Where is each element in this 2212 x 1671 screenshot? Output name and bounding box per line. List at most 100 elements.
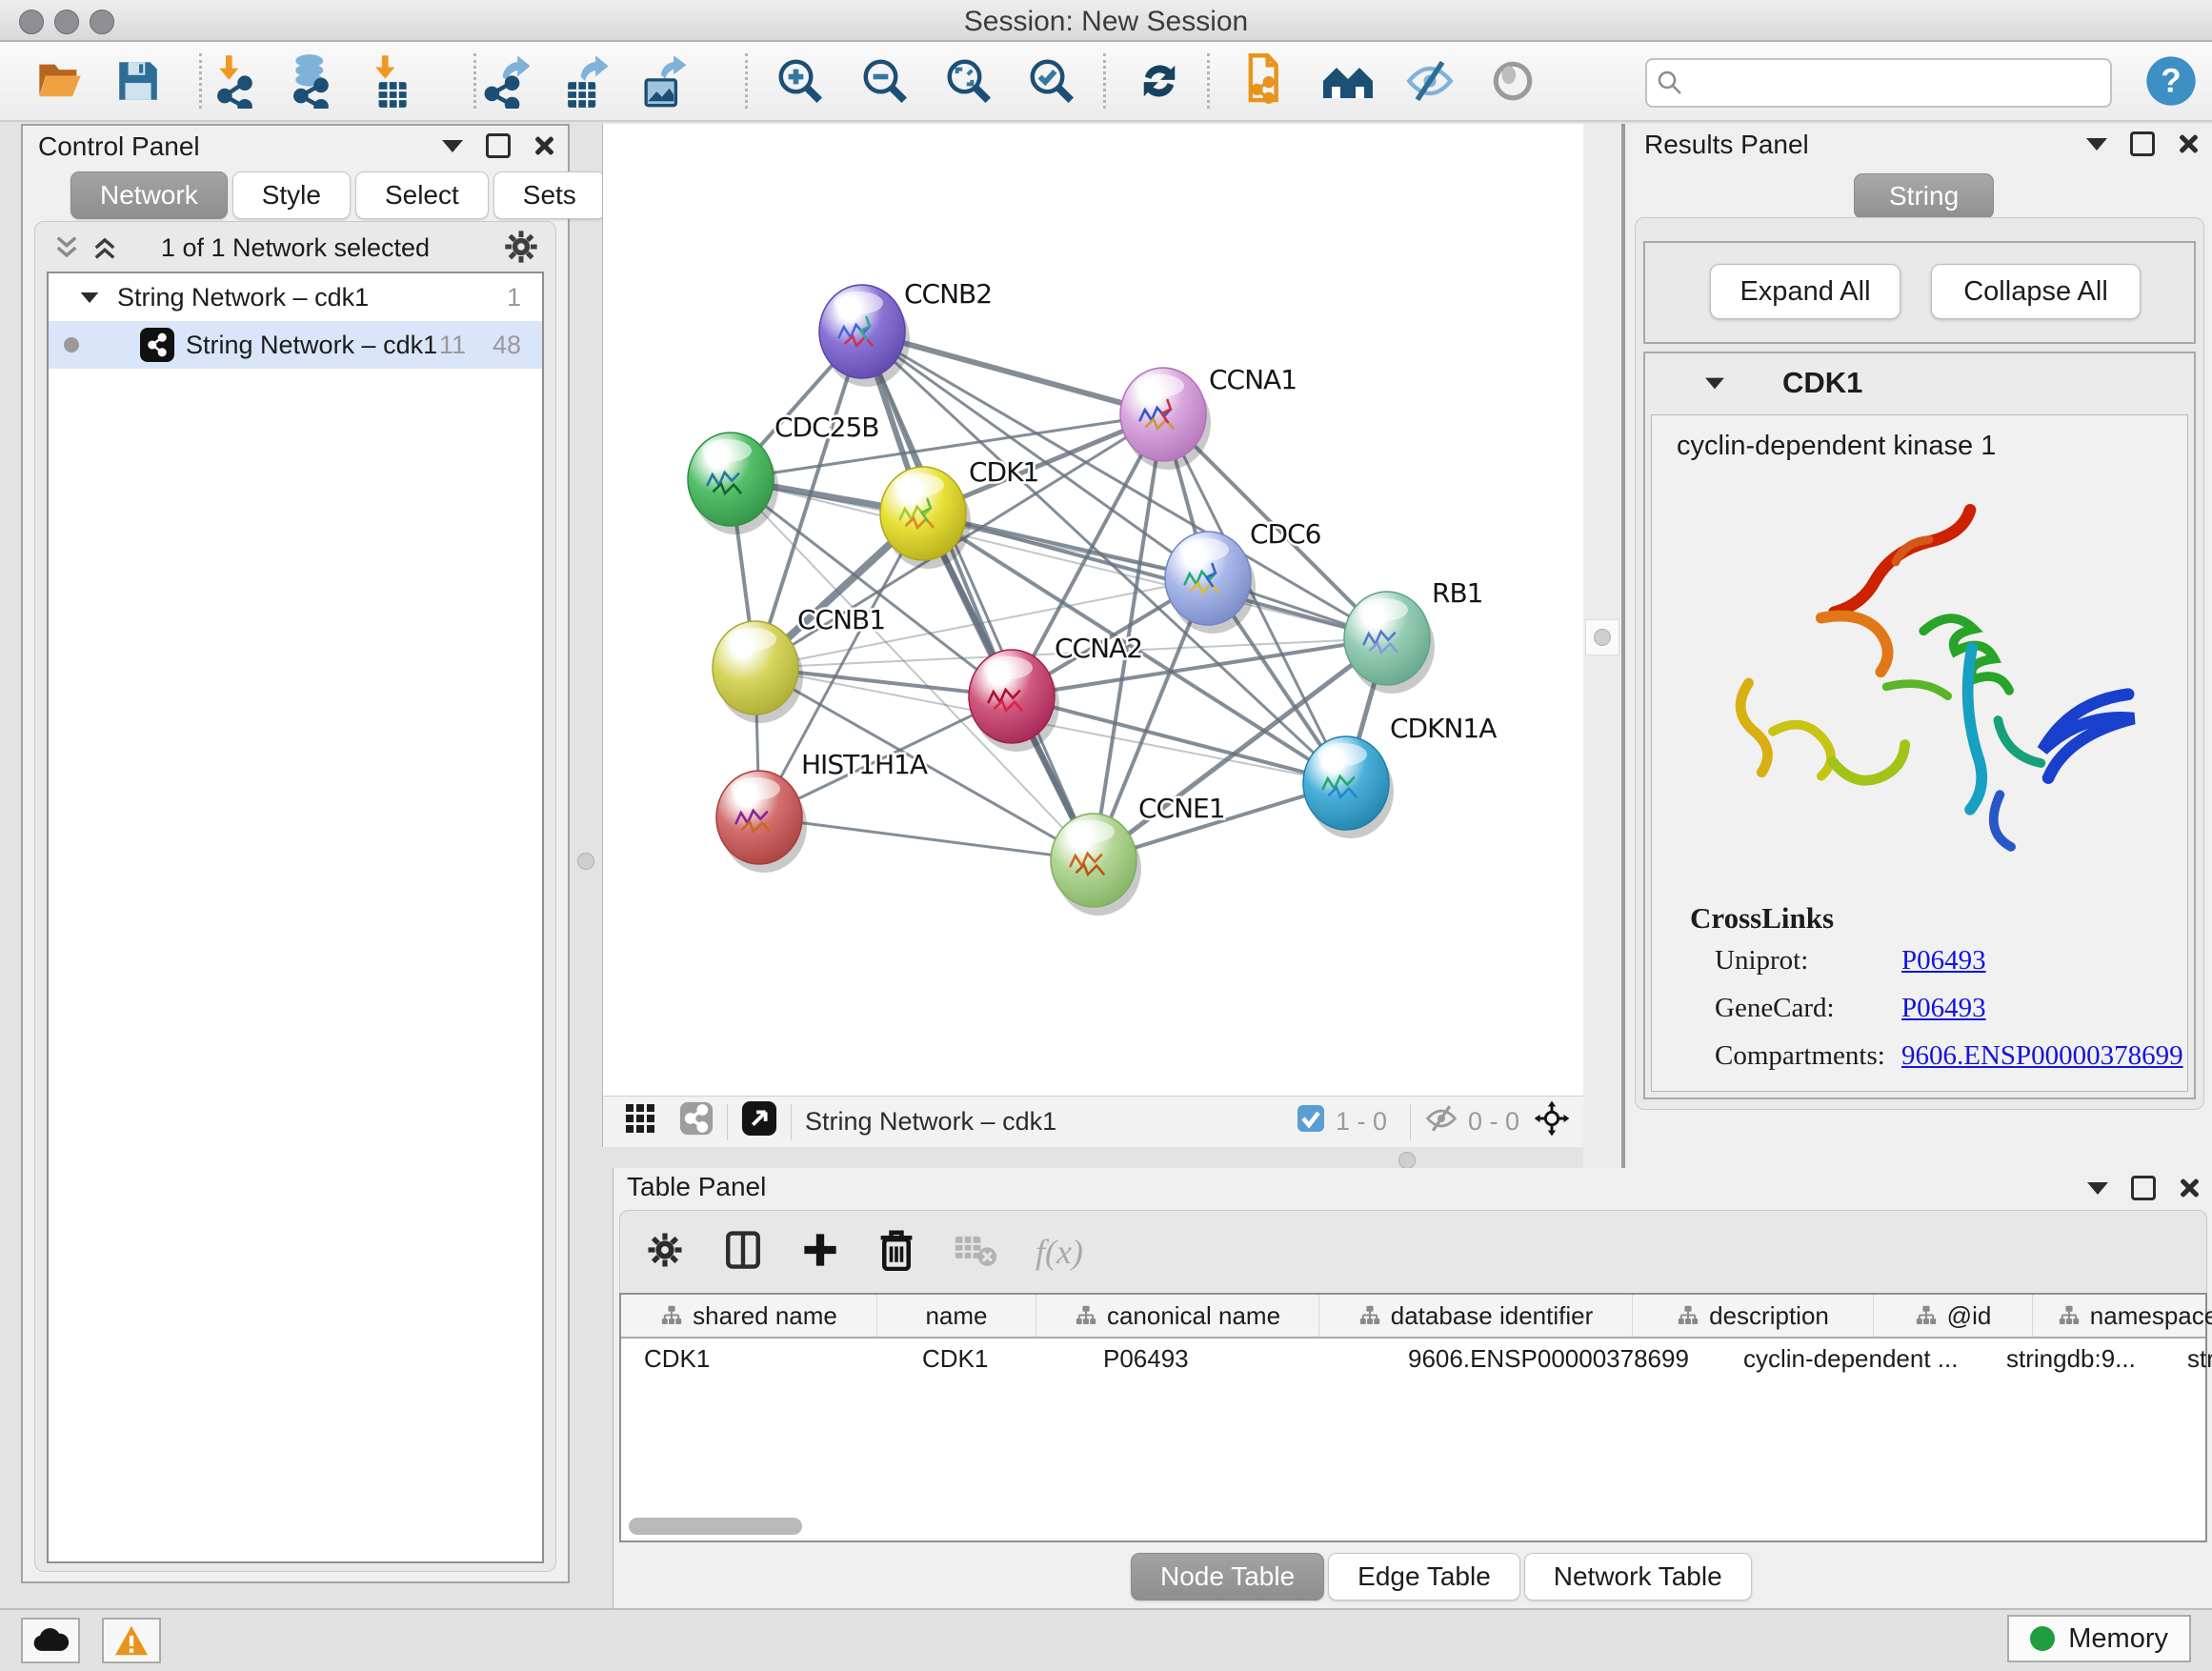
- birdseye-view-icon[interactable]: [741, 1100, 777, 1143]
- column-header-description[interactable]: description: [1633, 1295, 1874, 1337]
- column-header-namespace[interactable]: namespace: [2033, 1295, 2212, 1337]
- string-import-icon[interactable]: [1233, 50, 1290, 111]
- network-view[interactable]: CCNB2CCNA1CDC25BCDK1CDC6RB1CCNB1CCNA2CDK…: [602, 124, 1584, 1147]
- collapse-all-button[interactable]: Collapse All: [1931, 264, 2141, 319]
- bottom-splitter-handle[interactable]: [1398, 1152, 1416, 1169]
- show-panel-eye-icon[interactable]: [1484, 50, 1541, 111]
- delete-table-icon[interactable]: [954, 1232, 997, 1273]
- add-column-icon[interactable]: [801, 1231, 839, 1274]
- panel-menu-icon[interactable]: [442, 140, 463, 152]
- export-image-icon[interactable]: [634, 50, 692, 111]
- network-canvas[interactable]: CCNB2CCNA1CDC25BCDK1CDC6RB1CCNB1CCNA2CDK…: [603, 124, 1584, 1097]
- hidden-eye-icon[interactable]: [1424, 1103, 1458, 1140]
- help-icon[interactable]: ?: [2142, 50, 2200, 111]
- tab-network-table[interactable]: Network Table: [1524, 1553, 1752, 1601]
- table-cell[interactable]: stringdb: [2164, 1339, 2212, 1379]
- network-node-CDKN1A[interactable]: CDKN1A: [1303, 713, 1497, 838]
- hide-panel-eye-icon[interactable]: [1401, 50, 1458, 111]
- network-node-label: RB1: [1432, 577, 1482, 609]
- right-splitter[interactable]: [1583, 124, 1621, 1168]
- table-settings-gear-icon[interactable]: [645, 1230, 685, 1275]
- panel-menu-icon[interactable]: [2087, 1182, 2108, 1195]
- zoom-in-icon[interactable]: [772, 50, 829, 111]
- panel-menu-icon[interactable]: [2086, 138, 2107, 151]
- network-node-CCNA1[interactable]: CCNA1: [1120, 364, 1297, 470]
- selected-checkbox-icon[interactable]: [1296, 1103, 1326, 1140]
- export-table-file-icon[interactable]: [556, 50, 613, 111]
- network-node-CDC25B[interactable]: CDC25B: [688, 412, 879, 534]
- import-table-file-icon[interactable]: [363, 50, 420, 111]
- tab-style[interactable]: Style: [232, 171, 351, 219]
- delete-column-icon[interactable]: [877, 1229, 915, 1276]
- zoom-out-icon[interactable]: [856, 50, 914, 111]
- table-cell[interactable]: CDK1: [621, 1339, 899, 1379]
- right-splitter-handle[interactable]: [1585, 619, 1619, 655]
- crosshair-pan-icon[interactable]: [1533, 1099, 1571, 1144]
- table-cell[interactable]: cyclin-dependent ...: [1720, 1339, 1983, 1379]
- network-edge-HIST1H1A-CCNE1[interactable]: [759, 817, 1094, 860]
- collection-expand-icon[interactable]: [81, 292, 99, 302]
- import-network-file-icon[interactable]: [207, 50, 264, 111]
- network-options-gear-icon[interactable]: [502, 228, 540, 271]
- open-session-icon[interactable]: [31, 50, 89, 111]
- float-panel-icon[interactable]: [486, 133, 511, 158]
- import-network-database-icon[interactable]: [283, 50, 340, 111]
- table-cell[interactable]: stringdb:9...: [1983, 1339, 2164, 1379]
- close-panel-icon[interactable]: [2179, 1178, 2200, 1198]
- entry-collapse-icon[interactable]: [1705, 377, 1724, 389]
- select-columns-icon[interactable]: [723, 1230, 763, 1275]
- table-header-row: shared namenamecanonical namedatabase id…: [621, 1295, 2205, 1339]
- main-toolbar: ?: [0, 42, 2212, 122]
- memory-button[interactable]: Memory: [2007, 1615, 2191, 1662]
- network-row[interactable]: String Network – cdk1 11 48: [49, 321, 542, 369]
- gene-entry-header[interactable]: CDK1: [1645, 353, 2194, 413]
- network-node-CDK1[interactable]: CDK1: [880, 456, 1038, 569]
- float-panel-icon[interactable]: [2131, 1176, 2156, 1200]
- table-row[interactable]: CDK1CDK1P064939606.ENSP00000378699cyclin…: [621, 1339, 2205, 1379]
- network-node-HIST1H1A[interactable]: HIST1H1A: [716, 749, 928, 873]
- network-share-icon[interactable]: [679, 1101, 714, 1142]
- table-cell[interactable]: 9606.ENSP00000378699: [1385, 1339, 1720, 1379]
- close-panel-icon[interactable]: [2178, 133, 2199, 154]
- export-network-file-icon[interactable]: [478, 50, 535, 111]
- save-session-icon[interactable]: [110, 50, 167, 111]
- tab-string[interactable]: String: [1854, 173, 1994, 219]
- crosslink-link[interactable]: P06493: [1901, 993, 1986, 1024]
- zoom-fit-icon[interactable]: [940, 50, 997, 111]
- network-tree: String Network – cdk1 1 String Network –…: [47, 272, 544, 1563]
- warning-status-icon[interactable]: [102, 1618, 161, 1663]
- column-header-name[interactable]: name: [877, 1295, 1036, 1337]
- cloud-status-icon[interactable]: [21, 1618, 80, 1663]
- crosslink-row: Tissues:9606.ENSP00000378699: [1690, 1088, 2183, 1092]
- grid-view-icon[interactable]: [624, 1102, 656, 1141]
- refresh-icon[interactable]: [1131, 50, 1188, 111]
- tab-select[interactable]: Select: [355, 171, 489, 219]
- column-header-database-identifier[interactable]: database identifier: [1319, 1295, 1633, 1337]
- search-input[interactable]: [1645, 58, 2112, 108]
- close-panel-icon[interactable]: [533, 135, 554, 156]
- column-header--id[interactable]: @id: [1874, 1295, 2033, 1337]
- table-cell[interactable]: P06493: [1080, 1339, 1385, 1379]
- function-builder-icon[interactable]: f(x): [1036, 1232, 1083, 1272]
- column-header-canonical-name[interactable]: canonical name: [1036, 1295, 1319, 1337]
- network-edge-CCNB2-CCNE1[interactable]: [862, 332, 1094, 860]
- network-label: String Network – cdk1: [186, 331, 437, 360]
- zoom-selected-icon[interactable]: [1023, 50, 1080, 111]
- left-splitter-handle[interactable]: [577, 853, 594, 870]
- network-collection-row[interactable]: String Network – cdk1 1: [49, 273, 542, 321]
- network-node-CCNE1[interactable]: CCNE1: [1051, 793, 1225, 916]
- horizontal-scrollbar[interactable]: [629, 1518, 802, 1535]
- tab-node-table[interactable]: Node Table: [1131, 1553, 1324, 1601]
- table-cell[interactable]: CDK1: [899, 1339, 1080, 1379]
- network-node-RB1[interactable]: RB1: [1344, 577, 1482, 694]
- float-panel-icon[interactable]: [2130, 131, 2155, 156]
- column-header-shared-name[interactable]: shared name: [621, 1295, 877, 1337]
- crosslink-link[interactable]: P06493: [1901, 945, 1986, 976]
- home-icon[interactable]: [1319, 50, 1377, 111]
- crosslink-link[interactable]: 9606.ENSP00000378699: [1901, 1040, 2183, 1072]
- tab-network[interactable]: Network: [70, 171, 228, 219]
- tab-edge-table[interactable]: Edge Table: [1328, 1553, 1520, 1601]
- expand-all-button[interactable]: Expand All: [1710, 264, 1900, 319]
- tab-sets[interactable]: Sets: [493, 171, 606, 219]
- crosslink-link[interactable]: 9606.ENSP00000378699: [1901, 1088, 2183, 1092]
